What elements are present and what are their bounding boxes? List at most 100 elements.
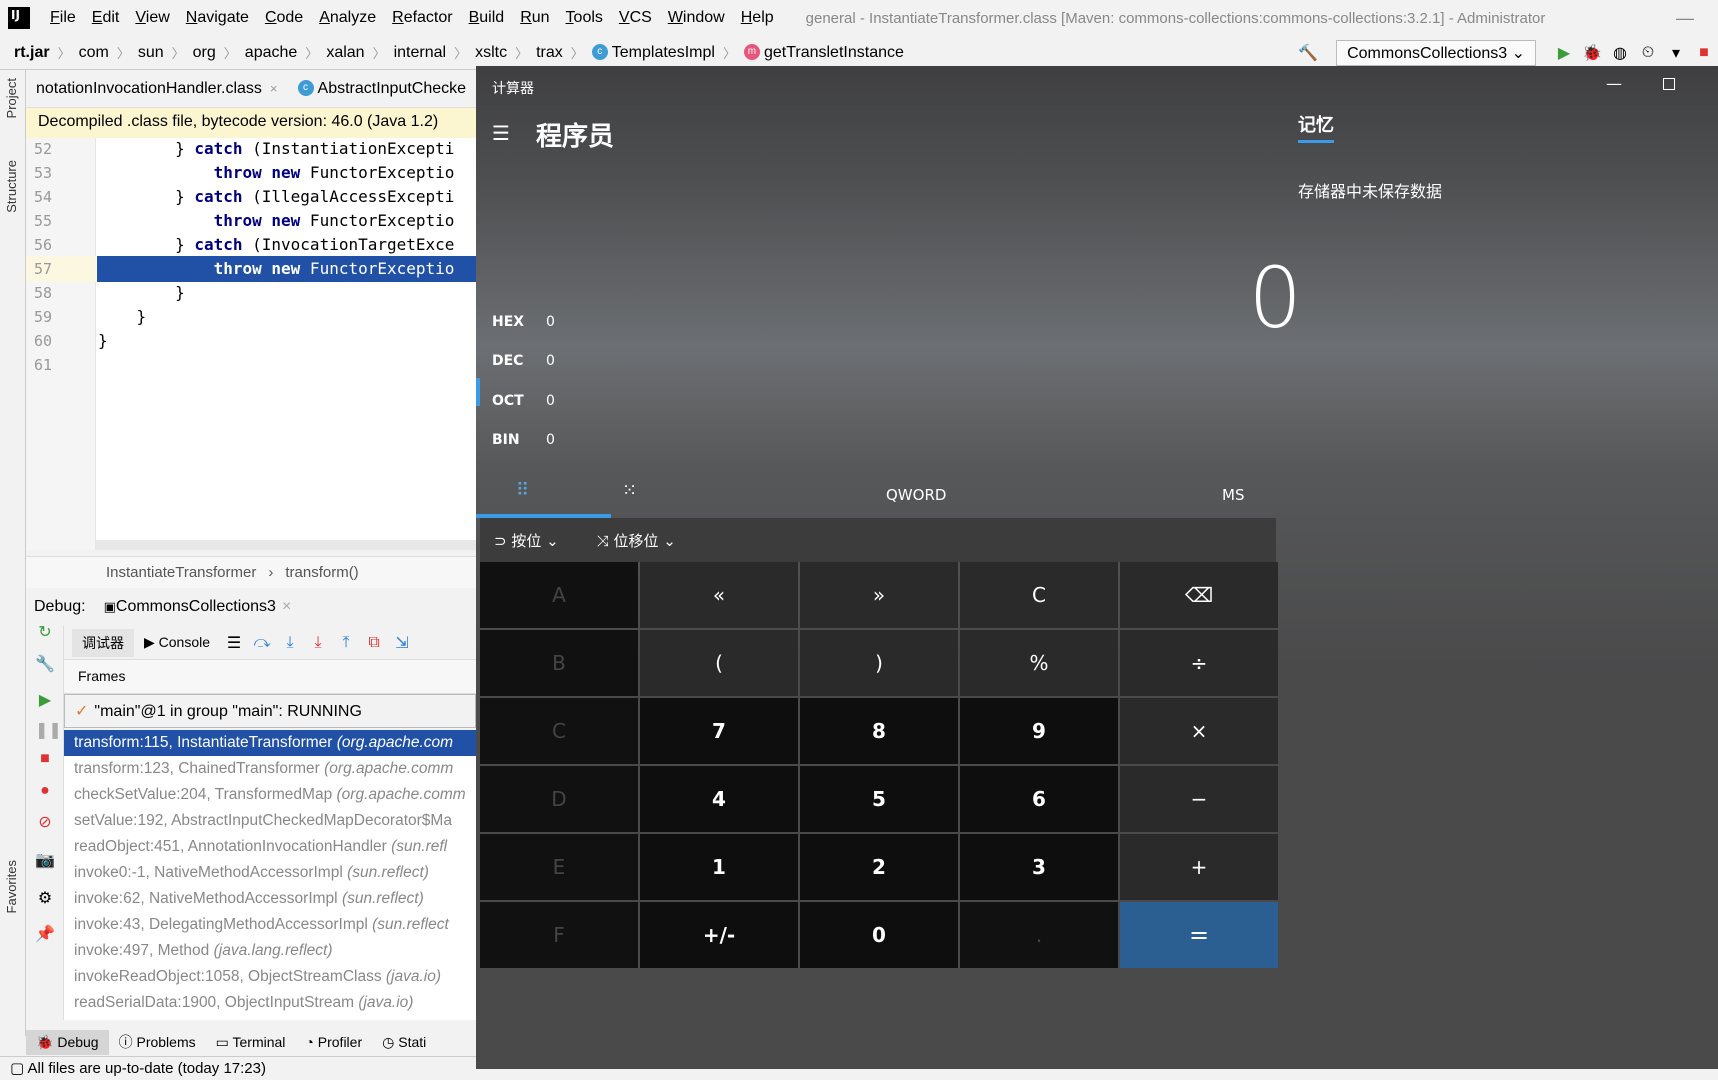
digit-8-key[interactable]: 8	[800, 698, 958, 764]
multiply-key[interactable]: ×	[1120, 698, 1278, 764]
crumb-rt-jar[interactable]: rt.jar	[14, 44, 58, 62]
code-line[interactable]: 53 throw new FunctorExceptio	[26, 160, 476, 186]
crumb-xalan[interactable]: xalan	[326, 44, 372, 62]
stack-frame[interactable]: invoke:62, NativeMethodAccessorImpl (sun…	[64, 886, 476, 912]
force-step-into-icon[interactable]: ⤓	[304, 634, 332, 652]
crumb-method[interactable]: m getTransletInstance	[743, 44, 912, 62]
bit-toggle-keypad-tab-icon[interactable]: ⁙	[622, 480, 637, 501]
crumb-org[interactable]: org	[193, 44, 224, 62]
shift-right-key[interactable]: »	[800, 562, 958, 628]
stop-icon[interactable]: ■	[35, 750, 55, 770]
digit-3-key[interactable]: 3	[960, 834, 1118, 900]
rerun-icon[interactable]: ↻	[35, 622, 55, 642]
coverage-icon[interactable]: ◍	[1606, 43, 1634, 63]
menu-view[interactable]: View	[127, 9, 177, 27]
step-out-icon[interactable]: ⤒	[332, 634, 360, 652]
favorites-tool-tab[interactable]: Favorites	[4, 860, 19, 913]
menu-analyze[interactable]: Analyze	[311, 9, 384, 27]
code-line[interactable]: 55 throw new FunctorExceptio	[26, 208, 476, 234]
crumb-trax[interactable]: trax	[536, 44, 571, 62]
menu-run[interactable]: Run	[512, 9, 557, 27]
calc-minimize-button[interactable]: —	[1606, 74, 1622, 93]
bitshift-dropdown[interactable]: ⤨ 位移位 ⌄	[583, 530, 700, 551]
menu-code[interactable]: Code	[257, 9, 311, 27]
code-line[interactable]: 59 }	[26, 304, 476, 330]
subtract-key[interactable]: −	[1120, 766, 1278, 832]
menu-help[interactable]: Help	[733, 9, 782, 27]
debug-bottom-tab[interactable]: 🐞 Debug	[26, 1029, 109, 1055]
menu-edit[interactable]: Edit	[84, 9, 128, 27]
backspace-key[interactable]: ⌫	[1120, 562, 1278, 628]
code-editor[interactable]: 52 } catch (InstantiationExcepti 53 throw…	[26, 138, 476, 550]
crumb-xsltc[interactable]: xsltc	[475, 44, 515, 62]
drop-frame-icon[interactable]: ⧉	[360, 634, 388, 652]
crumb-class[interactable]: c TemplatesImpl	[591, 44, 723, 62]
stack-frame[interactable]: readSerialData:1900, ObjectInputStream (…	[64, 990, 476, 1016]
profiler-tab[interactable]: ◔ Profiler	[295, 1030, 372, 1054]
code-line[interactable]: 54 } catch (IllegalAccessExcepti	[26, 184, 476, 210]
code-line[interactable]: 52 } catch (InstantiationExcepti	[26, 138, 476, 162]
stack-frame[interactable]: checkSetValue:204, TransformedMap (org.a…	[64, 782, 476, 808]
equals-key[interactable]: =	[1120, 902, 1278, 968]
profile-icon[interactable]: ⏲	[1634, 44, 1662, 62]
stack-frame[interactable]: invoke:497, Method (java.lang.reflect)	[64, 938, 476, 964]
statistic-tab[interactable]: ◷ Stati	[372, 1030, 436, 1055]
stack-frame[interactable]: invokeReadObject:1058, ObjectStreamClass…	[64, 964, 476, 990]
code-line[interactable]: 57 throw new FunctorExceptio	[26, 256, 476, 282]
digit-4-key[interactable]: 4	[640, 766, 798, 832]
digit-2-key[interactable]: 2	[800, 834, 958, 900]
gear-icon[interactable]: ⚙	[35, 888, 55, 908]
stack-frame[interactable]: invoke0:-1, NativeMethodAccessorImpl (su…	[64, 860, 476, 886]
memory-tab[interactable]: 记忆	[1298, 111, 1334, 137]
mute-breakpoints-icon[interactable]: ⊘	[35, 812, 55, 832]
digit-6-key[interactable]: 6	[960, 766, 1118, 832]
structure-tool-tab[interactable]: Structure	[4, 160, 19, 213]
clear-key[interactable]: C	[960, 562, 1118, 628]
run-icon[interactable]: ▶	[1550, 43, 1578, 63]
code-line[interactable]: 56 } catch (InvocationTargetExce	[26, 232, 476, 258]
divide-key[interactable]: ÷	[1120, 630, 1278, 696]
stack-frame[interactable]: transform:123, ChainedTransformer (org.a…	[64, 756, 476, 782]
code-line[interactable]: 60}	[26, 328, 476, 354]
digit-7-key[interactable]: 7	[640, 698, 798, 764]
menu-file[interactable]: File	[42, 9, 84, 27]
pause-icon[interactable]: ❚❚	[35, 720, 62, 740]
close-session-icon[interactable]: ×	[282, 598, 291, 615]
stack-frame[interactable]: readObject:451, AnnotationInvocationHand…	[64, 834, 476, 860]
build-hammer-icon[interactable]: 🔨	[1294, 43, 1322, 63]
menu-refactor[interactable]: Refactor	[384, 9, 460, 27]
crumb-apache[interactable]: apache	[245, 44, 306, 62]
bitwise-dropdown[interactable]: ⊃ 按位 ⌄	[480, 530, 583, 551]
problems-tab[interactable]: ⓘ Problems	[109, 1028, 206, 1056]
step-into-icon[interactable]: ⤓	[276, 634, 304, 652]
calc-maximize-button[interactable]	[1663, 78, 1675, 90]
radix-hex[interactable]: HEX 0	[492, 314, 555, 330]
terminal-tab[interactable]: ▭ Terminal	[206, 1030, 296, 1055]
open-paren-key[interactable]: (	[640, 630, 798, 696]
stack-frame[interactable]: transform:115, InstantiateTransformer (o…	[64, 730, 476, 756]
editor-tab[interactable]: c AbstractInputChecke	[288, 80, 476, 98]
code-line[interactable]: 58 }	[26, 280, 476, 306]
more-dropdown-icon[interactable]: ▾	[1662, 43, 1690, 63]
camera-icon[interactable]: 📷	[35, 850, 55, 870]
run-configuration-select[interactable]: CommonsCollections3 ⌄	[1336, 40, 1536, 66]
editor-tab[interactable]: notationInvocationHandler.class ×	[26, 80, 288, 98]
hamburger-menu-icon[interactable]: ☰	[492, 121, 510, 145]
shift-left-key[interactable]: «	[640, 562, 798, 628]
resume-icon[interactable]: ▶	[35, 690, 55, 710]
stack-frame[interactable]: invoke:43, DelegatingMethodAccessorImpl …	[64, 912, 476, 938]
window-minimize-button[interactable]: —	[1676, 8, 1694, 29]
code-line[interactable]: 61	[26, 352, 476, 378]
menu-window[interactable]: Window	[660, 9, 733, 27]
digit-9-key[interactable]: 9	[960, 698, 1118, 764]
digit-5-key[interactable]: 5	[800, 766, 958, 832]
debug-icon[interactable]: 🐞	[1578, 43, 1606, 63]
settings-wrench-icon[interactable]: 🔧	[35, 654, 55, 674]
close-paren-key[interactable]: )	[800, 630, 958, 696]
digit-0-key[interactable]: 0	[800, 902, 958, 968]
negate-key[interactable]: +/-	[640, 902, 798, 968]
modulo-key[interactable]: %	[960, 630, 1118, 696]
add-key[interactable]: +	[1120, 834, 1278, 900]
debugger-tab[interactable]: 调试器	[72, 628, 134, 657]
close-tab-icon[interactable]: ×	[270, 81, 278, 96]
